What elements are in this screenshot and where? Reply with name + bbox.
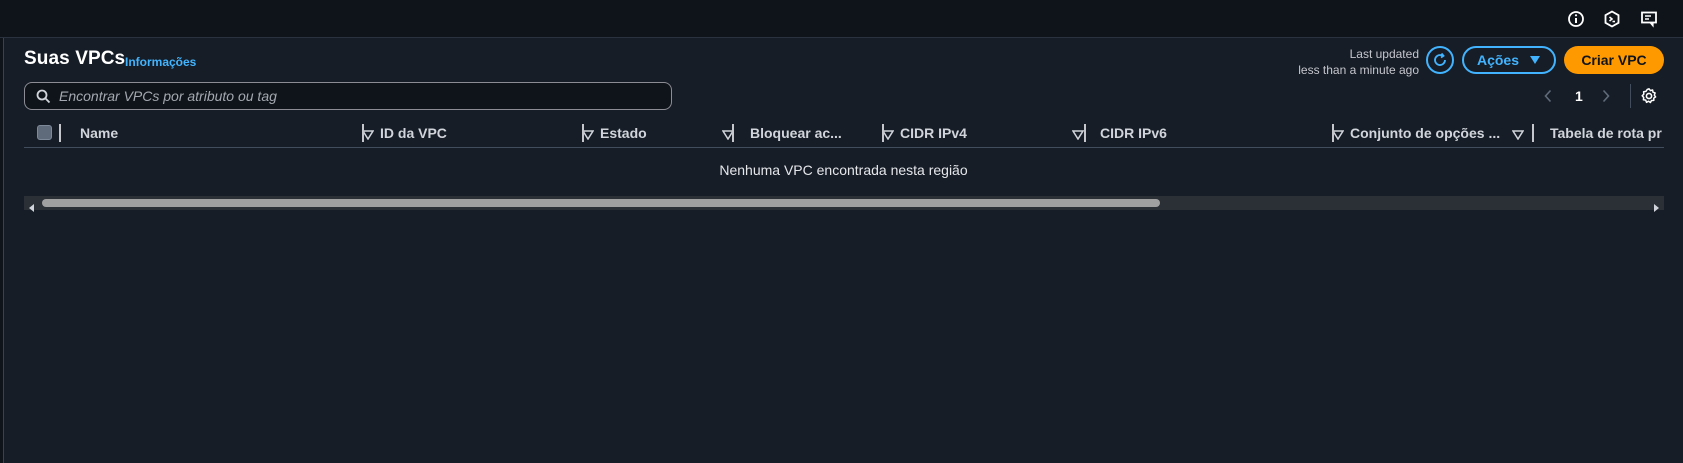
preferences-button[interactable] xyxy=(1640,86,1658,106)
column-header-label: Name xyxy=(80,125,119,141)
next-page-button[interactable] xyxy=(1601,86,1611,106)
chevron-right-icon xyxy=(1601,89,1611,103)
table-header-row: Name ID da VPC Estado Bloquear ac... CID… xyxy=(24,120,1664,148)
column-header-dhcp-options[interactable]: Conjunto de opções ... xyxy=(1350,120,1530,146)
column-divider xyxy=(59,124,61,142)
select-all-checkbox[interactable] xyxy=(37,125,52,140)
last-updated-value: less than a minute ago xyxy=(1298,63,1419,77)
info-link[interactable]: Informações xyxy=(125,55,196,69)
page-title: Suas VPCs xyxy=(24,48,126,69)
column-divider xyxy=(1532,124,1534,142)
previous-page-button[interactable] xyxy=(1543,86,1553,106)
side-navigation-rail xyxy=(0,38,4,463)
column-header-name[interactable]: Name xyxy=(80,120,380,146)
current-page-number[interactable]: 1 xyxy=(1575,86,1583,106)
column-divider xyxy=(882,124,884,142)
feedback-icon[interactable] xyxy=(1637,7,1661,31)
column-header-label: Tabela de rota pr xyxy=(1550,125,1662,141)
column-header-label: Bloquear ac... xyxy=(750,125,842,141)
scroll-right-icon[interactable] xyxy=(1652,199,1660,217)
column-divider xyxy=(582,124,584,142)
chevron-left-icon xyxy=(1543,89,1553,103)
scrollbar-thumb[interactable] xyxy=(42,199,1160,207)
column-header-route-table[interactable]: Tabela de rota pr xyxy=(1550,120,1664,146)
caret-down-icon xyxy=(1529,55,1541,65)
scroll-left-icon[interactable] xyxy=(28,199,36,217)
gear-icon xyxy=(1640,87,1658,105)
refresh-icon xyxy=(1432,52,1448,68)
horizontal-scrollbar[interactable] xyxy=(24,196,1664,212)
search-field[interactable] xyxy=(24,82,672,110)
actions-dropdown-button[interactable]: Ações xyxy=(1462,46,1556,74)
empty-table-message: Nenhuma VPC encontrada nesta região xyxy=(719,162,968,178)
search-icon xyxy=(36,89,51,104)
cloudshell-icon[interactable] xyxy=(1600,7,1624,31)
column-header-block-access[interactable]: Bloquear ac... xyxy=(750,120,900,146)
column-divider xyxy=(362,124,364,142)
last-updated-label: Last updated xyxy=(1349,47,1419,61)
sort-icon[interactable] xyxy=(1071,127,1085,143)
column-header-cidr-ipv6[interactable]: CIDR IPv6 xyxy=(1100,120,1345,146)
create-vpc-button[interactable]: Criar VPC xyxy=(1564,46,1664,74)
column-divider xyxy=(732,124,734,142)
search-input[interactable] xyxy=(59,88,671,104)
column-header-label: CIDR IPv4 xyxy=(900,125,967,141)
pagination-divider xyxy=(1630,84,1631,108)
sort-icon[interactable] xyxy=(1511,127,1525,143)
column-header-label: ID da VPC xyxy=(380,125,447,141)
column-header-vpc-id[interactable]: ID da VPC xyxy=(380,120,600,146)
actions-button-label: Ações xyxy=(1476,52,1520,68)
last-updated-text: Last updated less than a minute ago xyxy=(1298,46,1419,78)
column-header-state[interactable]: Estado xyxy=(600,120,740,146)
top-navigation-bar xyxy=(0,0,1683,38)
column-header-label: Conjunto de opções ... xyxy=(1350,125,1501,141)
info-circle-icon[interactable] xyxy=(1564,7,1588,31)
column-header-label: Estado xyxy=(600,125,647,141)
refresh-button[interactable] xyxy=(1426,46,1454,74)
column-header-label: CIDR IPv6 xyxy=(1100,125,1167,141)
column-header-cidr-ipv4[interactable]: CIDR IPv4 xyxy=(900,120,1090,146)
column-divider xyxy=(1332,124,1334,142)
column-divider xyxy=(1084,124,1086,142)
